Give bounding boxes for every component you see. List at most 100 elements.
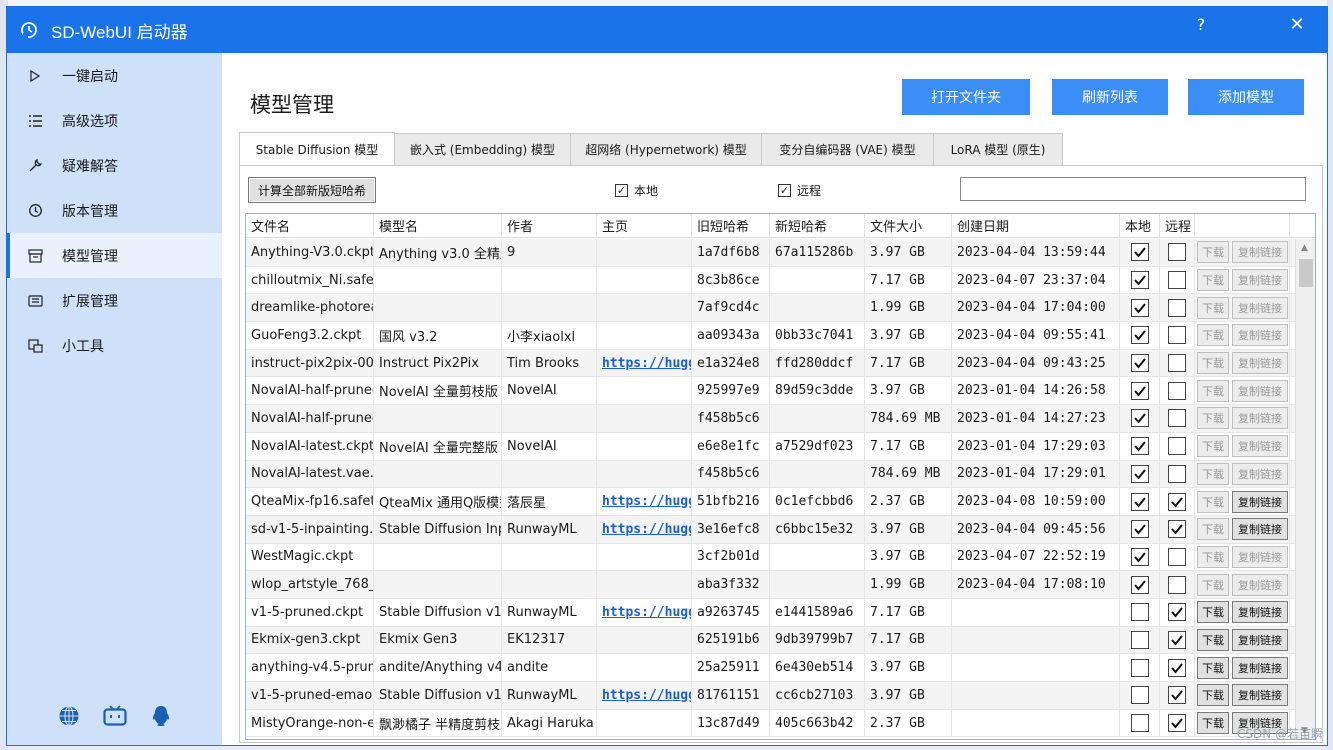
table-row[interactable]: dreamlike-photoreal-2.0.safetensors 7af9c… [246,294,1296,323]
table-row[interactable]: v1-5-pruned-emaonly.ckptStable Diffusion… [246,682,1296,710]
copy-link-button[interactable]: 复制链接 [1232,407,1288,430]
checkbox-box[interactable] [1130,464,1149,483]
checkbox-box[interactable] [1168,658,1186,677]
local-checkbox[interactable] [1120,405,1160,432]
checkbox-box[interactable] [1130,326,1149,345]
remote-checkbox[interactable] [1160,405,1195,432]
checkbox-box[interactable] [1130,243,1149,262]
local-checkbox[interactable] [1120,488,1160,515]
column-header[interactable]: 本地 [1120,214,1160,237]
table-row[interactable]: NovalAI-latest.ckpt NovelAI 全量完整版 NovelAI e… [246,432,1296,461]
filter-remote-checkbox[interactable]: ✓ 远程 [778,182,821,199]
copy-link-button[interactable]: 复制链接 [1232,352,1288,375]
local-checkbox[interactable] [1120,294,1160,322]
local-checkbox[interactable] [1120,571,1160,598]
checkbox-box[interactable] [1168,271,1186,290]
checkbox-box[interactable] [1168,575,1186,594]
checkbox-box[interactable] [1130,658,1149,677]
local-checkbox[interactable] [1120,682,1160,709]
checkbox-box[interactable] [1168,354,1186,373]
checkbox-box[interactable] [1168,492,1186,511]
column-header[interactable]: 创建日期 [952,214,1120,237]
copy-link-button[interactable]: 复制链接 [1232,518,1288,541]
tab-lora[interactable]: LoRA 模型 (原生) [933,133,1063,165]
table-row[interactable]: NovalAI-half-pruned.ckptNovelAI 全量剪枝版Nov… [246,377,1296,406]
checkbox-box[interactable] [1130,714,1149,733]
download-button[interactable]: 下载 [1197,462,1229,485]
table-row[interactable]: NovalAI-latest.vae.pt f458b5c6 784.69 MB 20… [246,460,1296,489]
column-header[interactable]: 文件名 [246,214,374,237]
copy-link-button[interactable]: 复制链接 [1232,628,1288,651]
scroll-up-icon[interactable]: ▲ [1301,243,1308,253]
copy-link-button[interactable]: 复制链接 [1232,545,1288,568]
copy-link-button[interactable]: 复制链接 [1232,296,1288,319]
checkbox-box[interactable] [1168,630,1186,649]
checkbox-box[interactable] [1168,714,1186,733]
column-header[interactable]: 文件大小 [865,214,952,237]
local-checkbox[interactable] [1120,598,1160,626]
checkbox-box[interactable] [1130,630,1149,649]
column-header[interactable]: 主页 [597,214,692,237]
copy-link-button[interactable]: 复制链接 [1232,656,1288,679]
local-checkbox[interactable] [1120,349,1160,377]
checkbox-box[interactable] [1168,326,1186,345]
checkbox-box[interactable] [1130,520,1149,539]
copy-link-button[interactable]: 复制链接 [1232,490,1288,513]
download-button[interactable]: 下载 [1197,545,1229,568]
remote-checkbox[interactable] [1160,543,1195,571]
local-checkbox[interactable] [1120,460,1160,488]
local-checkbox[interactable] [1120,543,1160,571]
download-button[interactable]: 下载 [1197,407,1229,430]
download-button[interactable]: 下载 [1197,435,1229,458]
remote-checkbox[interactable] [1160,626,1195,654]
table-row[interactable]: anything-v4.5-pruned.ckptandite/Anything… [246,654,1296,682]
checkbox-box[interactable] [1168,381,1186,400]
table-row[interactable]: NovalAI-half-pruned.vae.pt f458b5c6 784.69… [246,405,1296,433]
tab-stable-diffusion[interactable]: Stable Diffusion 模型 [239,132,395,165]
calc-short-hash-button[interactable]: 计算全部新版短哈希 [248,177,376,203]
checkbox-box[interactable] [1168,520,1186,539]
bilibili-icon[interactable] [102,703,128,729]
homepage-link[interactable]: https://huggingface.co [602,494,691,509]
sidebar-item-models[interactable]: 模型管理 [7,233,222,278]
table-row[interactable]: wlop_artstyle_768_ema.ckpt aba3f332 1.99 G… [246,571,1296,599]
local-checkbox[interactable] [1120,432,1160,460]
checkbox-box[interactable] [1168,464,1186,483]
download-button[interactable]: 下载 [1197,269,1229,292]
copy-link-button[interactable]: 复制链接 [1232,573,1288,596]
table-row[interactable]: v1-5-pruned.ckpt Stable Diffusion v1.5 Run… [246,598,1296,627]
local-checkbox[interactable] [1120,322,1160,349]
add-model-button[interactable]: 添加模型 [1188,79,1304,115]
close-button[interactable]: ✕ [1277,11,1317,37]
download-button[interactable]: 下载 [1197,296,1229,319]
checkbox-box[interactable] [1130,354,1149,373]
table-row[interactable]: Anything-V3.0.ckpt Anything v3.0 全精度 9 1a7d… [246,239,1296,267]
local-checkbox[interactable] [1120,266,1160,294]
globe-icon[interactable] [56,703,82,729]
download-button[interactable]: 下载 [1197,490,1229,513]
local-checkbox[interactable] [1120,515,1160,543]
checkbox-box[interactable] [1130,547,1149,566]
remote-checkbox[interactable] [1160,571,1195,598]
column-header[interactable]: 作者 [502,214,597,237]
checkbox-box[interactable] [1168,603,1186,622]
download-button[interactable]: 下载 [1197,601,1229,624]
remote-checkbox[interactable] [1160,654,1195,681]
sidebar-item-tools[interactable]: 小工具 [7,323,222,368]
remote-checkbox[interactable] [1160,239,1195,266]
remote-checkbox[interactable] [1160,682,1195,709]
download-button[interactable]: 下载 [1197,712,1229,735]
column-header[interactable]: 远程 [1160,214,1195,237]
checkbox-box[interactable]: ✓ [615,184,628,197]
remote-checkbox[interactable] [1160,488,1195,515]
download-button[interactable]: 下载 [1197,379,1229,402]
checkbox-box[interactable] [1130,492,1149,511]
checkbox-box[interactable] [1130,575,1149,594]
checkbox-box[interactable] [1168,437,1186,456]
filter-local-checkbox[interactable]: ✓ 本地 [615,182,658,199]
sidebar-item-troubleshoot[interactable]: 疑难解答 [7,143,222,188]
checkbox-box[interactable] [1130,686,1149,705]
checkbox-box[interactable] [1130,437,1149,456]
scrollbar-thumb[interactable] [1299,259,1313,287]
tab-vae[interactable]: 变分自编码器 (VAE) 模型 [761,133,934,165]
